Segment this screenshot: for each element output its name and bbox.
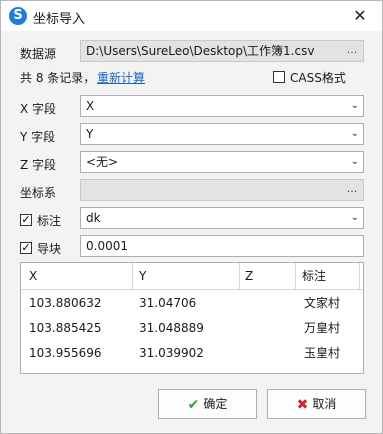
table-cell: 103.955696 bbox=[29, 346, 102, 360]
column-header-x[interactable]: X bbox=[29, 264, 37, 288]
column-divider bbox=[295, 263, 296, 289]
coord-system-label: 坐标系 bbox=[20, 186, 57, 200]
dialog-window: S 坐标导入 ✕ 数据源 D:\Users\SureLeo\Desktop\工作… bbox=[0, 0, 383, 434]
column-header-y[interactable]: Y bbox=[139, 264, 146, 288]
checkmark-icon: ✔ bbox=[187, 397, 200, 413]
snap-checkbox[interactable]: ✓ bbox=[20, 242, 32, 254]
snap-value-text: 0.0001 bbox=[86, 239, 128, 253]
close-button[interactable]: ✕ bbox=[338, 1, 382, 31]
table-cell: 103.885425 bbox=[29, 321, 102, 335]
coord-system-browse-button[interactable]: ... bbox=[341, 180, 363, 200]
cass-format-label: CASS格式 bbox=[290, 71, 346, 85]
header-divider bbox=[21, 289, 363, 290]
column-header-z[interactable]: Z bbox=[245, 264, 253, 288]
source-label: 数据源 bbox=[20, 47, 57, 61]
z-field-label: Z 字段 bbox=[20, 158, 57, 172]
window-title: 坐标导入 bbox=[33, 12, 86, 27]
cancel-button-label: 取消 bbox=[312, 397, 337, 411]
checkmark-icon: ✓ bbox=[21, 213, 31, 226]
ok-button-label: 确定 bbox=[203, 397, 228, 411]
y-field-select[interactable]: Y ⌄ bbox=[80, 123, 364, 145]
table-cell: 31.048889 bbox=[139, 321, 204, 335]
z-field-select[interactable]: <无> ⌄ bbox=[80, 151, 364, 173]
annotation-checkbox[interactable]: ✓ bbox=[20, 214, 32, 226]
source-browse-button[interactable]: ... bbox=[341, 41, 363, 61]
checkmark-icon: ✓ bbox=[21, 241, 31, 254]
snap-value-input[interactable]: 0.0001 bbox=[80, 235, 364, 257]
chevron-down-icon: ⌄ bbox=[350, 100, 359, 111]
z-field-value: <无> bbox=[86, 155, 119, 169]
chevron-down-icon: ⌄ bbox=[350, 128, 359, 139]
app-logo-icon: S bbox=[9, 7, 27, 25]
column-divider bbox=[239, 263, 240, 289]
recalculate-link[interactable]: 重新计算 bbox=[97, 69, 145, 86]
table-cell: 31.039902 bbox=[139, 346, 204, 360]
x-field-select[interactable]: X ⌄ bbox=[80, 95, 364, 117]
title-bar: S 坐标导入 ✕ bbox=[1, 1, 382, 31]
chevron-down-icon: ⌄ bbox=[350, 156, 359, 167]
annotation-field-select[interactable]: dk ⌄ bbox=[80, 207, 364, 229]
cross-icon: ✖ bbox=[296, 397, 309, 413]
coord-system-field[interactable]: ... bbox=[80, 179, 364, 201]
close-icon: ✕ bbox=[353, 6, 367, 25]
table-cell: 玉皇村 bbox=[304, 346, 341, 360]
column-divider bbox=[132, 263, 133, 289]
table-cell: 103.880632 bbox=[29, 296, 102, 310]
snap-label: 导块 bbox=[37, 242, 62, 256]
cancel-button[interactable]: ✖ 取消 bbox=[267, 389, 366, 419]
table-cell: 文家村 bbox=[304, 296, 341, 310]
source-path-text: D:\Users\SureLeo\Desktop\工作簿1.csv bbox=[86, 44, 315, 58]
y-field-label: Y 字段 bbox=[20, 130, 56, 144]
record-count-text: 共 8 条记录， bbox=[20, 71, 96, 85]
chevron-down-icon: ⌄ bbox=[350, 212, 359, 223]
cass-format-checkbox[interactable] bbox=[273, 71, 285, 83]
table-cell: 万皇村 bbox=[304, 321, 341, 335]
x-field-value: X bbox=[86, 99, 95, 113]
annotation-field-value: dk bbox=[86, 211, 101, 225]
preview-table[interactable]: X Y Z 标注 103.880632 31.04706 文家村 103.885… bbox=[20, 262, 364, 374]
column-header-annotation[interactable]: 标注 bbox=[302, 264, 326, 288]
y-field-value: Y bbox=[86, 127, 94, 141]
annotation-label: 标注 bbox=[37, 214, 62, 228]
source-path-field[interactable]: D:\Users\SureLeo\Desktop\工作簿1.csv ... bbox=[80, 40, 364, 62]
ok-button[interactable]: ✔ 确定 bbox=[158, 389, 257, 419]
table-cell: 31.04706 bbox=[139, 296, 197, 310]
column-divider bbox=[359, 263, 360, 289]
x-field-label: X 字段 bbox=[20, 102, 57, 116]
